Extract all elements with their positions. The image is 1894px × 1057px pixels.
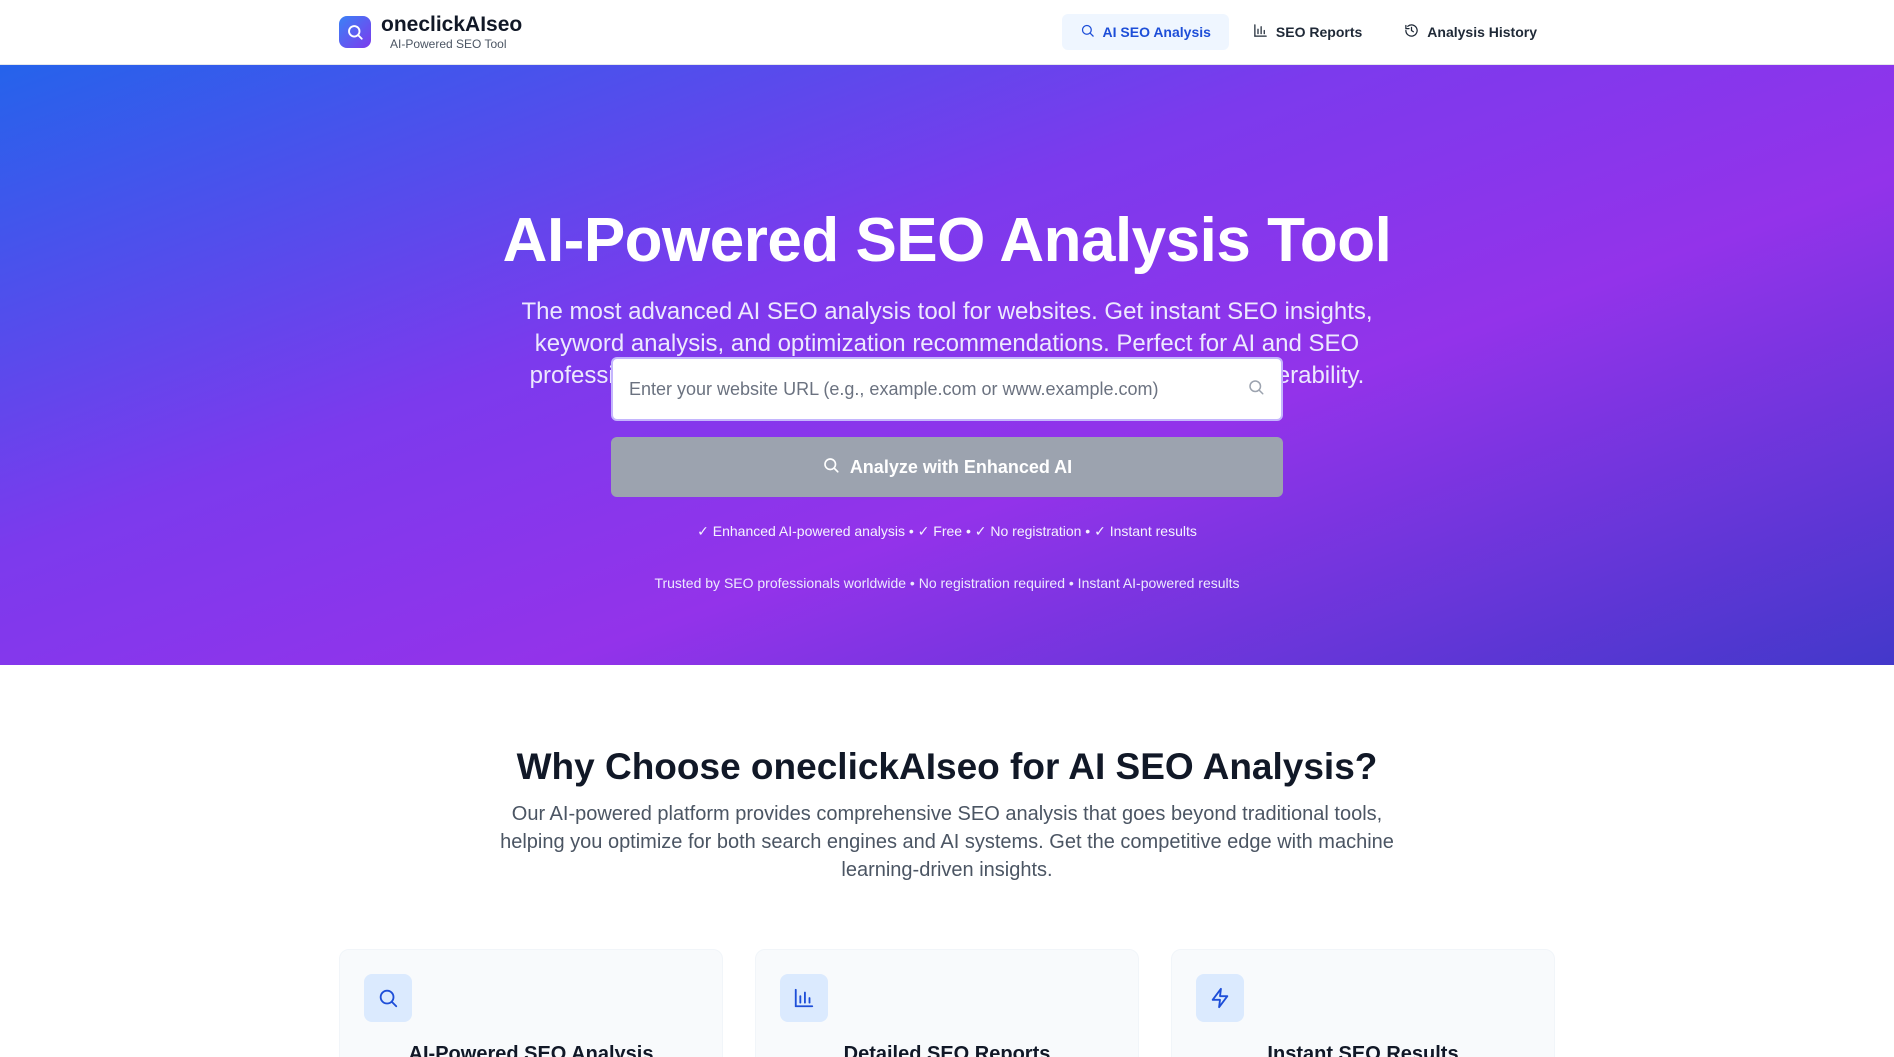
why-subtitle: Our AI-powered platform provides compreh… <box>500 803 1394 881</box>
analyze-button-label: Analyze with Enhanced AI <box>849 456 1073 477</box>
trust-line: Trusted by SEO professionals worldwide •… <box>654 575 1240 591</box>
search-icon <box>364 974 412 1022</box>
url-input[interactable] <box>629 378 1247 400</box>
feature-card-title: Detailed SEO Reports <box>843 1043 1051 1057</box>
feature-card: Detailed SEO Reports <box>755 949 1139 1057</box>
hero-section: AI-Powered SEO Analysis Tool The most ad… <box>0 65 1894 665</box>
nav-label: Analysis History <box>1427 24 1537 40</box>
feature-card-title: Instant SEO Results <box>1267 1043 1459 1057</box>
hero-title: AI-Powered SEO Analysis Tool <box>502 206 1392 275</box>
main-nav: AI SEO Analysis SEO Reports Analysis His… <box>1061 14 1556 50</box>
bar-chart-icon <box>780 974 828 1022</box>
brand-tagline: AI-Powered SEO Tool <box>390 37 507 51</box>
search-icon <box>822 456 840 479</box>
nav-seo-reports[interactable]: SEO Reports <box>1235 14 1380 50</box>
top-header: oneclickAIseo AI-Powered SEO Tool AI SEO… <box>0 0 1894 65</box>
brand-name: oneclickAIseo <box>381 13 523 36</box>
history-icon <box>1404 23 1419 41</box>
nav-ai-seo-analysis[interactable]: AI SEO Analysis <box>1061 14 1229 50</box>
bar-chart-icon <box>1253 23 1268 41</box>
logo-search-icon <box>339 16 371 48</box>
url-search-box <box>611 357 1283 421</box>
lightning-icon <box>1196 974 1244 1022</box>
why-section: Why Choose oneclickAIseo for AI SEO Anal… <box>0 665 1894 1057</box>
search-icon <box>1080 23 1095 41</box>
nav-analysis-history[interactable]: Analysis History <box>1386 14 1555 50</box>
feature-card: AI-Powered SEO Analysis <box>339 949 723 1057</box>
feature-card-title: AI-Powered SEO Analysis <box>408 1043 654 1057</box>
nav-label: SEO Reports <box>1275 24 1363 40</box>
analyze-button[interactable]: Analyze with Enhanced AI <box>611 437 1283 497</box>
feature-checks: ✓ Enhanced AI-powered analysis • ✓ Free … <box>697 523 1197 539</box>
brand[interactable]: oneclickAIseo AI-Powered SEO Tool <box>339 14 522 50</box>
feature-cards: AI-Powered SEO Analysis Detailed SEO Rep… <box>339 949 1555 1057</box>
why-title: Why Choose oneclickAIseo for AI SEO Anal… <box>516 746 1378 787</box>
nav-label: AI SEO Analysis <box>1102 24 1211 40</box>
feature-card: Instant SEO Results <box>1171 949 1555 1057</box>
search-icon <box>1247 378 1265 401</box>
